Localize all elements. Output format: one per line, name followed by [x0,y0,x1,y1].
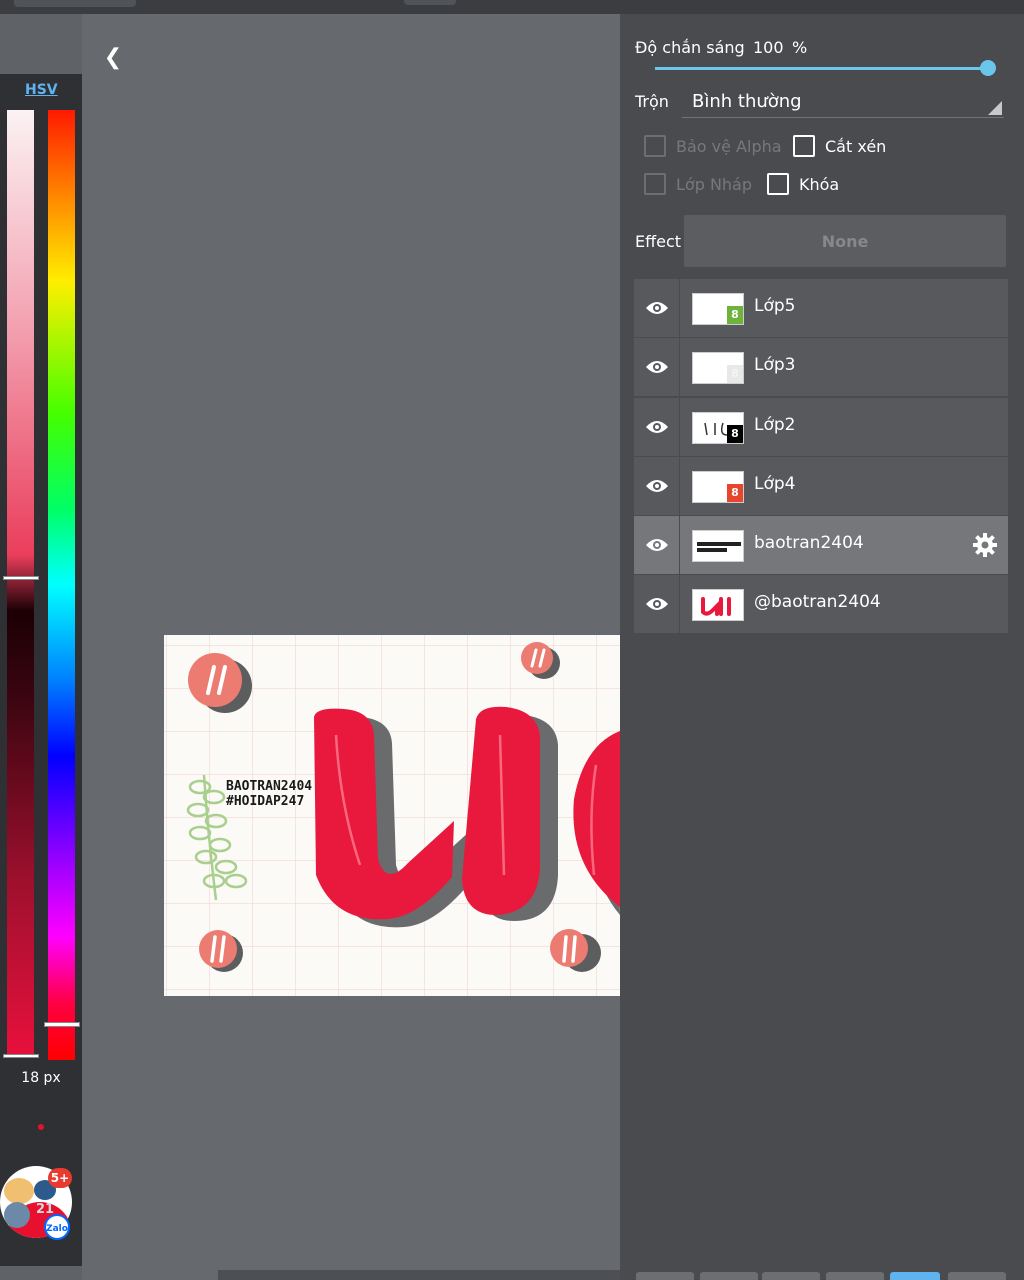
hsv-tab[interactable]: HSV [25,82,58,98]
top-tab-handle-small[interactable] [404,0,456,5]
layer-row[interactable]: 8 Lớp2 [634,397,1008,457]
watermark-line2: #HOIDAP247 [226,794,304,809]
visibility-toggle[interactable] [634,338,680,397]
layer-thumbnail: 8 [692,411,744,444]
layer-row[interactable]: 8 Lớp5 [634,279,1008,338]
color-panel: HSV 18 px [0,74,82,1266]
protect-alpha-checkbox[interactable]: Bảo vệ Alpha [644,135,782,157]
value-marker[interactable] [3,1054,39,1058]
bottom-tab[interactable] [762,1272,820,1280]
bottom-tab[interactable] [948,1272,1006,1280]
chat-head-bubble[interactable]: 5+ 21 Zalo [0,1166,72,1240]
effect-label: Effect [635,232,682,251]
layer-name: Lớp2 [754,414,796,435]
lock-checkbox[interactable]: Khóa [767,173,839,195]
layer-row[interactable]: @baotran2404 [634,575,1008,635]
dropdown-corner-icon [988,101,1002,115]
checkbox-icon [644,135,666,157]
layer-thumbnail [692,530,744,563]
layer-list: 8 Lớp5 8 Lớp3 8 Lớp2 8 Lớp4 baotran2404 … [634,279,1008,635]
clipping-checkbox[interactable]: Cắt xén [793,135,886,157]
blend-mode-value: Bình thường [692,91,802,112]
top-bar [0,0,1024,14]
layer-thumbnail: 8 [692,293,744,325]
checkbox-icon [644,173,666,195]
opacity-label: Độ chắn sáng [635,38,745,57]
thumbnail-art [701,597,731,617]
layer-row-selected[interactable]: baotran2404 [634,516,1008,576]
checkbox-icon [767,173,789,195]
thumbnail-art [697,542,741,553]
top-tab-handle[interactable] [14,0,136,7]
visibility-toggle[interactable] [634,456,680,515]
layer-badge: 8 [727,365,743,384]
layer-name: @baotran2404 [754,592,881,613]
checkbox-label: Khóa [799,174,840,194]
layer-thumbnail: 8 [692,352,744,385]
eye-icon [645,598,668,611]
checkbox-icon [793,135,815,157]
layer-thumbnail [692,589,744,622]
chevron-left-icon: ❮ [103,44,123,70]
layer-thumbnail: 8 [692,470,744,503]
eye-icon [645,302,668,314]
eye-icon [645,479,668,492]
visibility-toggle[interactable] [634,516,680,575]
opacity-slider[interactable] [655,67,989,70]
layer-badge: 8 [727,306,743,324]
layer-badge: 8 [727,483,743,502]
layer-name: Lớp5 [754,296,796,316]
blend-mode-label: Trộn [635,92,669,111]
layer-row[interactable]: 8 Lớp4 [634,456,1008,516]
avatar [4,1178,34,1204]
artwork: BAOTRAN2404 #HOIDAP247 [164,635,620,996]
brush-size-label[interactable]: 18 px [0,1070,82,1086]
layer-name: Lớp3 [754,355,796,376]
layer-name: Lớp4 [754,473,796,494]
avatar [4,1202,30,1228]
blend-mode-select[interactable]: Bình thường [682,86,1004,118]
draft-layer-checkbox[interactable]: Lớp Nháp [644,173,752,195]
eye-icon [645,361,668,374]
effect-button[interactable]: None [684,215,1006,267]
visibility-toggle[interactable] [634,279,680,337]
hue-marker[interactable] [44,1022,80,1027]
saturation-marker[interactable] [3,576,39,580]
bottom-tab-active[interactable] [890,1272,940,1280]
drawing-canvas[interactable]: BAOTRAN2404 #HOIDAP247 [164,635,620,996]
canvas-bottom-bar [218,1270,620,1280]
visibility-toggle[interactable] [634,397,680,456]
gear-icon [973,533,997,558]
hue-slider[interactable] [48,110,75,1060]
opacity-slider-thumb[interactable] [980,60,996,76]
back-button[interactable]: ❮ [100,44,126,70]
layer-properties-panel: Độ chắn sáng 100 % Trộn Bình thường Bảo … [620,14,1024,1280]
eye-icon [645,539,668,552]
brush-preview-dot [38,1124,44,1130]
checkbox-label: Lớp Nháp [676,174,753,194]
bottom-tab[interactable] [700,1272,758,1280]
bottom-tab[interactable] [636,1272,694,1280]
notification-badge: 5+ [48,1168,72,1188]
visibility-toggle[interactable] [634,575,680,634]
layer-badge: 8 [727,424,743,443]
opacity-value: 100 [753,38,784,57]
saturation-value-slider[interactable] [7,110,34,1056]
eye-icon [645,420,668,433]
bottom-tab[interactable] [826,1272,884,1280]
layer-settings-button[interactable] [970,530,1000,560]
checkbox-label: Bảo vệ Alpha [676,136,782,156]
layer-name: baotran2404 [754,533,864,554]
checkbox-label: Cắt xén [825,136,887,156]
watermark-line1: BAOTRAN2404 [226,779,312,794]
opacity-unit: % [792,38,808,57]
layer-row[interactable]: 8 Lớp3 [634,338,1008,398]
zalo-logo-icon: Zalo [44,1214,70,1240]
